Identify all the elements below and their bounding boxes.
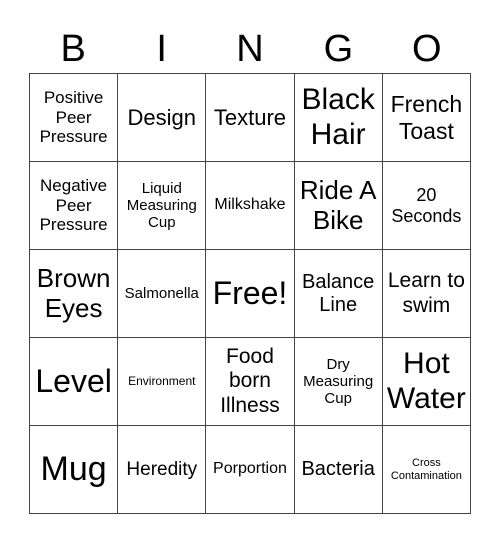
bingo-cell[interactable]: Dry Measuring Cup bbox=[293, 337, 383, 426]
bingo-cell[interactable]: Positive Peer Pressure bbox=[28, 73, 119, 162]
bingo-cell[interactable]: Brown Eyes bbox=[28, 249, 119, 338]
bingo-grid: Positive Peer Pressure Design Texture Bl… bbox=[28, 73, 472, 514]
bingo-cell[interactable]: Design bbox=[117, 73, 207, 162]
bingo-cell[interactable]: Learn to swim bbox=[381, 249, 472, 338]
bingo-cell[interactable]: Bacteria bbox=[293, 425, 383, 514]
bingo-cell[interactable]: French Toast bbox=[381, 73, 472, 162]
header-letter: N bbox=[236, 28, 264, 70]
bingo-cell[interactable]: Negative Peer Pressure bbox=[28, 161, 119, 250]
free-cell[interactable]: Free! bbox=[205, 249, 295, 338]
header-letter: G bbox=[323, 28, 354, 70]
bingo-cell[interactable]: Environment bbox=[117, 337, 207, 426]
bingo-cell[interactable]: Cross Contamination bbox=[381, 425, 472, 514]
bingo-cell[interactable]: Texture bbox=[205, 73, 295, 162]
bingo-cell[interactable]: Balance Line bbox=[293, 249, 383, 338]
header-letter: O bbox=[412, 28, 442, 70]
bingo-header: B I N G O bbox=[29, 26, 471, 72]
bingo-cell[interactable]: Liquid Measuring Cup bbox=[117, 161, 207, 250]
bingo-cell[interactable]: Food born Illness bbox=[205, 337, 295, 426]
bingo-cell[interactable]: Ride A Bike bbox=[293, 161, 383, 250]
bingo-cell[interactable]: Black Hair bbox=[293, 73, 383, 162]
bingo-cell[interactable]: Milkshake bbox=[205, 161, 295, 250]
bingo-cell[interactable]: Level bbox=[28, 337, 119, 426]
bingo-cell[interactable]: Porportion bbox=[205, 425, 295, 514]
header-letter: B bbox=[60, 28, 86, 70]
bingo-cell[interactable]: Heredity bbox=[117, 425, 207, 514]
bingo-cell[interactable]: 20 Seconds bbox=[381, 161, 472, 250]
bingo-cell[interactable]: Hot Water bbox=[381, 337, 472, 426]
bingo-cell[interactable]: Salmonella bbox=[117, 249, 207, 338]
header-letter: I bbox=[156, 28, 167, 70]
bingo-cell[interactable]: Mug bbox=[28, 425, 119, 514]
